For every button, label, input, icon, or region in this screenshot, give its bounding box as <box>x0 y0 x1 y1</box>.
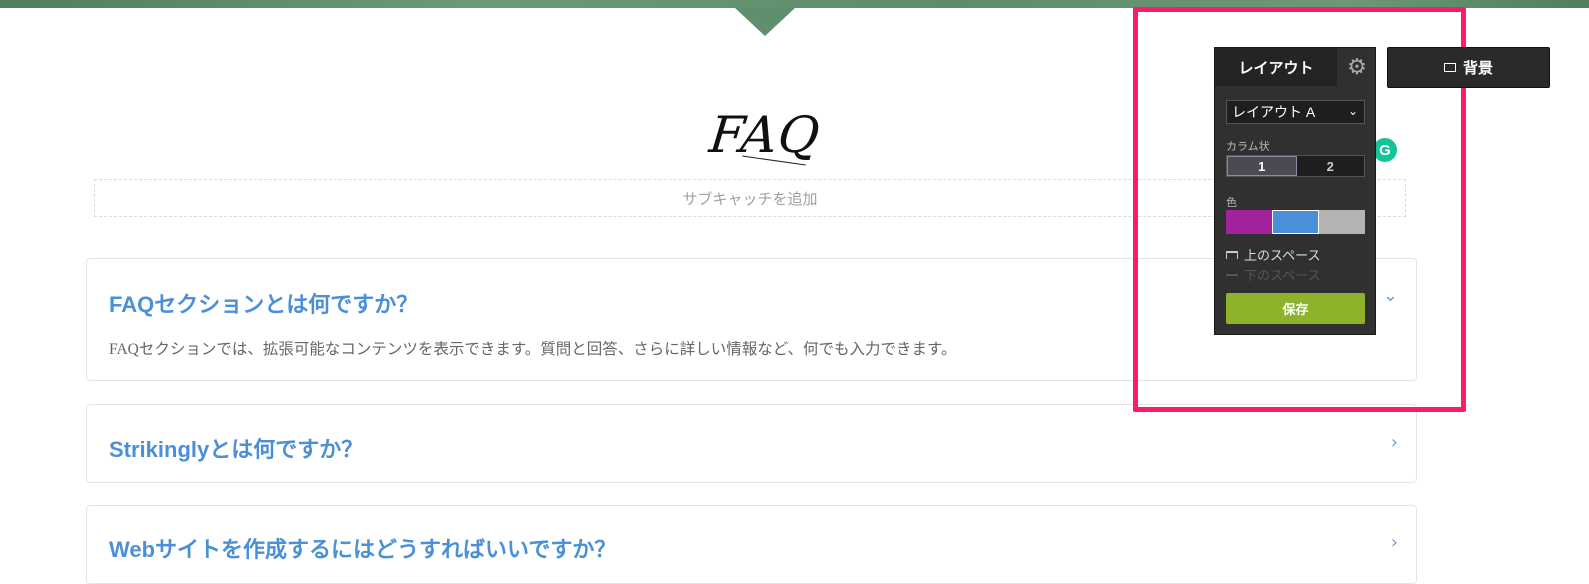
chevron-right-icon[interactable]: › <box>1391 532 1398 553</box>
layout-select[interactable]: レイアウト A ⌄ <box>1226 100 1365 124</box>
layout-select-value: レイアウト A <box>1232 104 1316 120</box>
tab-layout[interactable]: レイアウト <box>1215 48 1337 86</box>
background-button[interactable]: 背景 <box>1387 47 1550 88</box>
top-space-option[interactable]: 上のスペース <box>1226 245 1320 264</box>
top-space-label: 上のスペース <box>1244 248 1321 263</box>
faq-item[interactable]: Strikinglyとは何ですか？ › <box>86 404 1417 483</box>
color-label: 色 <box>1226 197 1237 209</box>
color-swatch-purple[interactable] <box>1226 210 1272 234</box>
image-icon <box>1443 63 1456 72</box>
column-option-2[interactable]: 2 <box>1296 156 1364 176</box>
chevron-right-icon[interactable]: › <box>1391 432 1398 453</box>
faq-question[interactable]: FAQセクションとは何ですか？ <box>109 287 418 319</box>
save-button[interactable]: 保存 <box>1226 293 1365 324</box>
banner-notch <box>735 8 795 36</box>
gear-icon[interactable]: ⚙ <box>1337 48 1377 86</box>
background-button-label: 背景 <box>1462 60 1493 77</box>
bottom-space-label: 下のスペース <box>1244 268 1321 283</box>
faq-question[interactable]: Strikinglyとは何ですか？ <box>109 432 363 464</box>
columns-label: カラム状 <box>1226 141 1270 153</box>
color-swatch-gray[interactable] <box>1319 210 1366 234</box>
bottom-space-icon <box>1226 273 1238 276</box>
color-swatch-blue[interactable] <box>1271 210 1320 234</box>
subtitle-placeholder: サブキャッチを追加 <box>682 189 818 208</box>
color-swatches <box>1226 210 1366 234</box>
layout-panel: レイアウト ⚙ レイアウト A ⌄ カラム状 1 2 色 上のスペース 下のスペ… <box>1214 47 1376 335</box>
bottom-space-option[interactable]: 下のスペース <box>1226 265 1320 284</box>
faq-item[interactable]: Webサイトを作成するにはどうすればいいですか？ › <box>86 505 1417 584</box>
top-space-icon <box>1226 250 1238 259</box>
section-title[interactable]: FAQ <box>637 106 893 164</box>
column-option-1[interactable]: 1 <box>1227 156 1297 176</box>
faq-answer[interactable]: FAQセクションでは、拡張可能なコンテンツを表示できます。質問と回答、さらに詳し… <box>109 337 957 359</box>
columns-toggle: 1 2 <box>1226 155 1365 177</box>
faq-question[interactable]: Webサイトを作成するにはどうすればいいですか？ <box>109 532 616 564</box>
chevron-down-icon: ⌄ <box>1347 104 1358 118</box>
